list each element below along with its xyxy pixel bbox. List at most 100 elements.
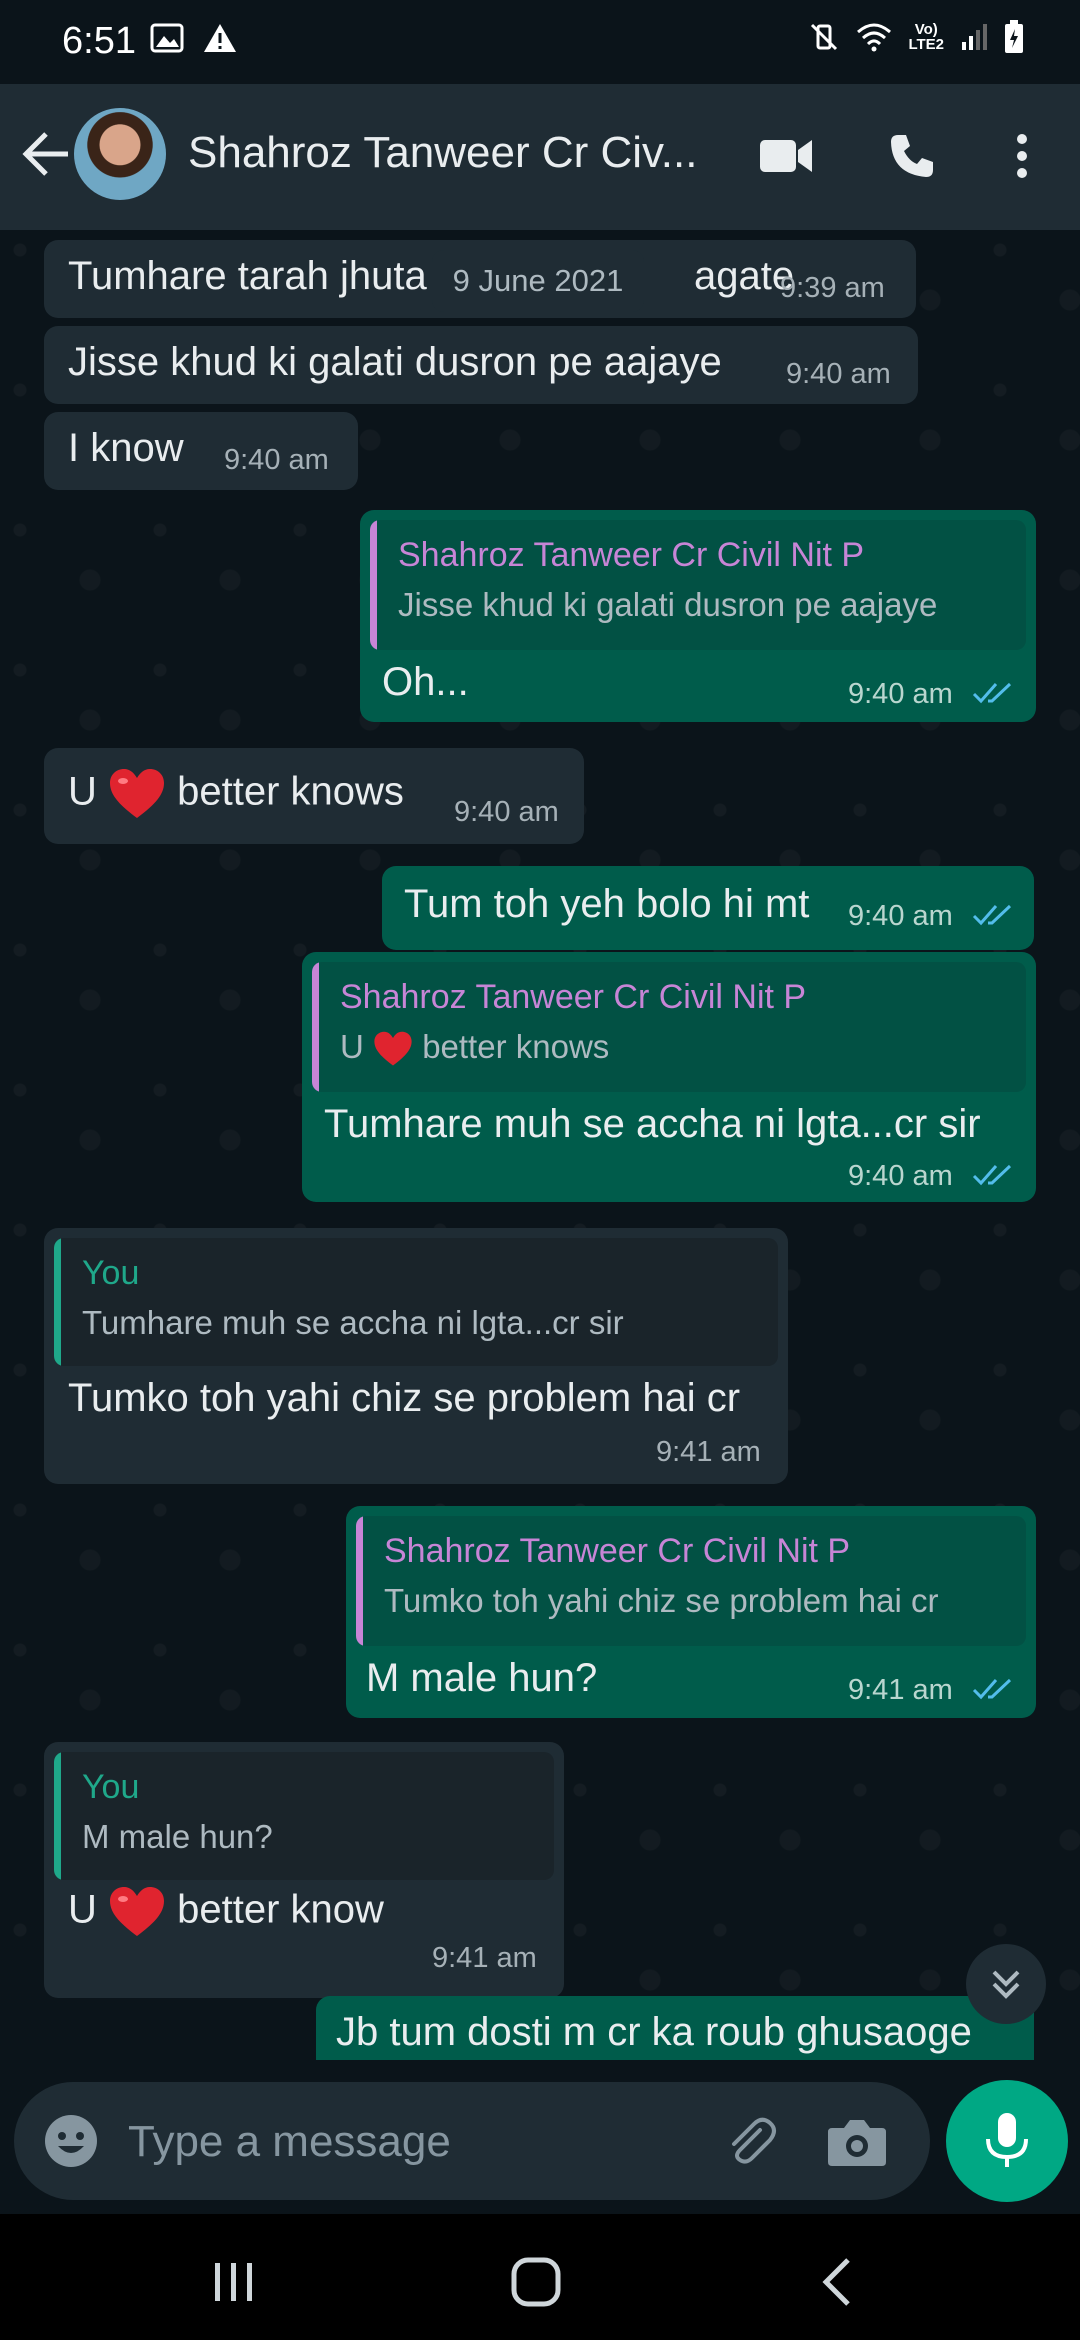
- message-bubble-incoming[interactable]: Jisse khud ki galati dusron pe aajaye 9:…: [44, 326, 918, 404]
- chat-messages[interactable]: Tumhare tarah jhuta agate 9:39 am 9 June…: [0, 230, 1080, 2060]
- emoji-button[interactable]: [42, 2112, 100, 2170]
- heart-emoji-icon: [374, 1032, 412, 1066]
- chat-header: Shahroz Tanweer Cr Civ...: [0, 84, 1080, 230]
- message-composer: [14, 2082, 930, 2200]
- quote-bar: [312, 962, 319, 1092]
- status-bar: 6:51 Vo) LTE2: [0, 0, 1080, 84]
- message-text: Jb tum dosti m cr ka roub ghusaoge: [336, 2010, 972, 2054]
- message-time: 9:40 am: [224, 444, 329, 476]
- quote-author: You: [82, 1254, 140, 1292]
- message-text: Oh...: [382, 660, 469, 704]
- status-time: 6:51: [62, 20, 136, 62]
- paperclip-icon: [732, 2117, 776, 2164]
- quote-author: You: [82, 1768, 140, 1806]
- quoted-message[interactable]: Shahroz Tanweer Cr Civil Nit P Tumko toh…: [356, 1516, 1026, 1646]
- camera-button[interactable]: [826, 2112, 888, 2172]
- message-time: 9:40 am: [848, 1160, 953, 1192]
- message-text: U better know: [68, 1886, 384, 1938]
- nav-back-icon: [822, 2258, 850, 2306]
- quote-text: Tumko toh yahi chiz se problem hai cr: [384, 1582, 939, 1619]
- message-bubble-outgoing[interactable]: Shahroz Tanweer Cr Civil Nit P U better …: [302, 952, 1036, 1202]
- image-notification-icon: [150, 23, 184, 53]
- message-text: Tumko toh yahi chiz se problem hai cr: [68, 1376, 741, 1420]
- message-bubble-outgoing[interactable]: Shahroz Tanweer Cr Civil Nit P Tumko toh…: [346, 1506, 1036, 1718]
- status-notification-icons: [150, 22, 238, 54]
- quoted-message[interactable]: Shahroz Tanweer Cr Civil Nit P U better …: [312, 962, 1026, 1092]
- signal-icon: [962, 24, 987, 50]
- contact-name[interactable]: Shahroz Tanweer Cr Civ...: [188, 128, 697, 178]
- message-bubble-outgoing[interactable]: Shahroz Tanweer Cr Civil Nit P Jisse khu…: [360, 510, 1036, 722]
- message-bubble-outgoing[interactable]: Jb tum dosti m cr ka roub ghusaoge: [316, 1996, 1034, 2060]
- contact-avatar[interactable]: [74, 108, 166, 200]
- microphone-icon: [986, 2113, 1028, 2167]
- recent-apps-icon: [215, 2263, 252, 2301]
- video-call-button[interactable]: [756, 126, 816, 186]
- quoted-message[interactable]: Shahroz Tanweer Cr Civil Nit P Jisse khu…: [370, 520, 1026, 650]
- quote-author: Shahroz Tanweer Cr Civil Nit P: [398, 536, 865, 574]
- read-ticks-icon: [972, 1164, 1012, 1186]
- nav-back-button[interactable]: [808, 2252, 868, 2312]
- message-time: 9:41 am: [848, 1674, 953, 1706]
- message-time: 9:40 am: [786, 358, 891, 390]
- message-text: Jisse khud ki galati dusron pe aajaye: [68, 340, 722, 384]
- voice-record-button[interactable]: [946, 2080, 1068, 2202]
- message-bubble-incoming[interactable]: You Tumhare muh se accha ni lgta...cr si…: [44, 1228, 788, 1484]
- quoted-message[interactable]: You Tumhare muh se accha ni lgta...cr si…: [54, 1238, 778, 1366]
- voice-call-button[interactable]: [882, 126, 942, 186]
- date-chip: 9 June 2021: [432, 250, 644, 312]
- recent-apps-button[interactable]: [204, 2252, 264, 2312]
- read-ticks-icon: [972, 682, 1012, 704]
- quote-text: Jisse khud ki galati dusron pe aajaye: [398, 586, 938, 623]
- message-time: 9:41 am: [656, 1436, 761, 1468]
- back-button[interactable]: [18, 124, 78, 184]
- more-options-button[interactable]: [992, 126, 1052, 186]
- quote-text: Tumhare muh se accha ni lgta...cr sir: [82, 1304, 624, 1341]
- message-time: 9:39 am: [780, 272, 885, 304]
- back-arrow-icon: [22, 132, 68, 176]
- camera-icon: [828, 2120, 886, 2166]
- message-bubble-incoming[interactable]: You M male hun? U better know 9:41 am: [44, 1742, 564, 1998]
- message-input[interactable]: [126, 2108, 690, 2176]
- message-text: M male hun?: [366, 1656, 598, 1700]
- home-button[interactable]: [506, 2252, 566, 2312]
- heart-emoji-icon: [110, 769, 165, 818]
- message-text: Tumhare muh se accha ni lgta...cr sir: [324, 1102, 981, 1146]
- read-ticks-icon: [972, 904, 1012, 926]
- attach-button[interactable]: [720, 2112, 780, 2172]
- message-bubble-incoming[interactable]: I know 9:40 am: [44, 412, 358, 490]
- message-text: Tumhare tarah jhuta: [68, 254, 427, 298]
- message-time: 9:40 am: [454, 796, 559, 828]
- quote-author: Shahroz Tanweer Cr Civil Nit P: [340, 978, 807, 1016]
- video-call-icon: [760, 140, 812, 172]
- home-icon: [511, 2257, 561, 2307]
- quote-bar: [54, 1752, 61, 1880]
- message-text: U better knows: [68, 768, 404, 820]
- message-bubble-incoming[interactable]: U better knows 9:40 am: [44, 748, 584, 844]
- more-vertical-icon: [1017, 134, 1027, 178]
- message-time: 9:41 am: [432, 1942, 537, 1974]
- double-chevron-down-icon: [992, 1970, 1020, 1999]
- quote-bar: [356, 1516, 363, 1646]
- quote-bar: [370, 520, 377, 650]
- message-time: 9:40 am: [848, 900, 953, 932]
- message-text: Tum toh yeh bolo hi mt: [404, 882, 810, 926]
- system-navigation-bar: [0, 2214, 1080, 2340]
- wifi-icon: [857, 23, 892, 52]
- quote-text: M male hun?: [82, 1818, 273, 1855]
- message-time: 9:40 am: [848, 678, 953, 710]
- emoji-icon: [45, 2115, 97, 2167]
- battery-icon: [1005, 20, 1023, 53]
- read-ticks-icon: [972, 1678, 1012, 1700]
- message-text: I know: [68, 426, 184, 470]
- volte-label: Vo) LTE2: [908, 21, 944, 53]
- vibrate-mute-icon: [811, 23, 838, 51]
- quote-text: U better knows: [340, 1028, 609, 1067]
- quote-bar: [54, 1238, 61, 1366]
- heart-emoji-icon: [110, 1887, 165, 1936]
- warning-icon: [204, 24, 236, 52]
- message-bubble-outgoing[interactable]: Tum toh yeh bolo hi mt 9:40 am: [382, 866, 1034, 950]
- quoted-message[interactable]: You M male hun?: [54, 1752, 554, 1880]
- status-system-icons: Vo) LTE2: [808, 20, 1024, 54]
- quote-author: Shahroz Tanweer Cr Civil Nit P: [384, 1532, 851, 1570]
- scroll-to-bottom-button[interactable]: [966, 1944, 1046, 2024]
